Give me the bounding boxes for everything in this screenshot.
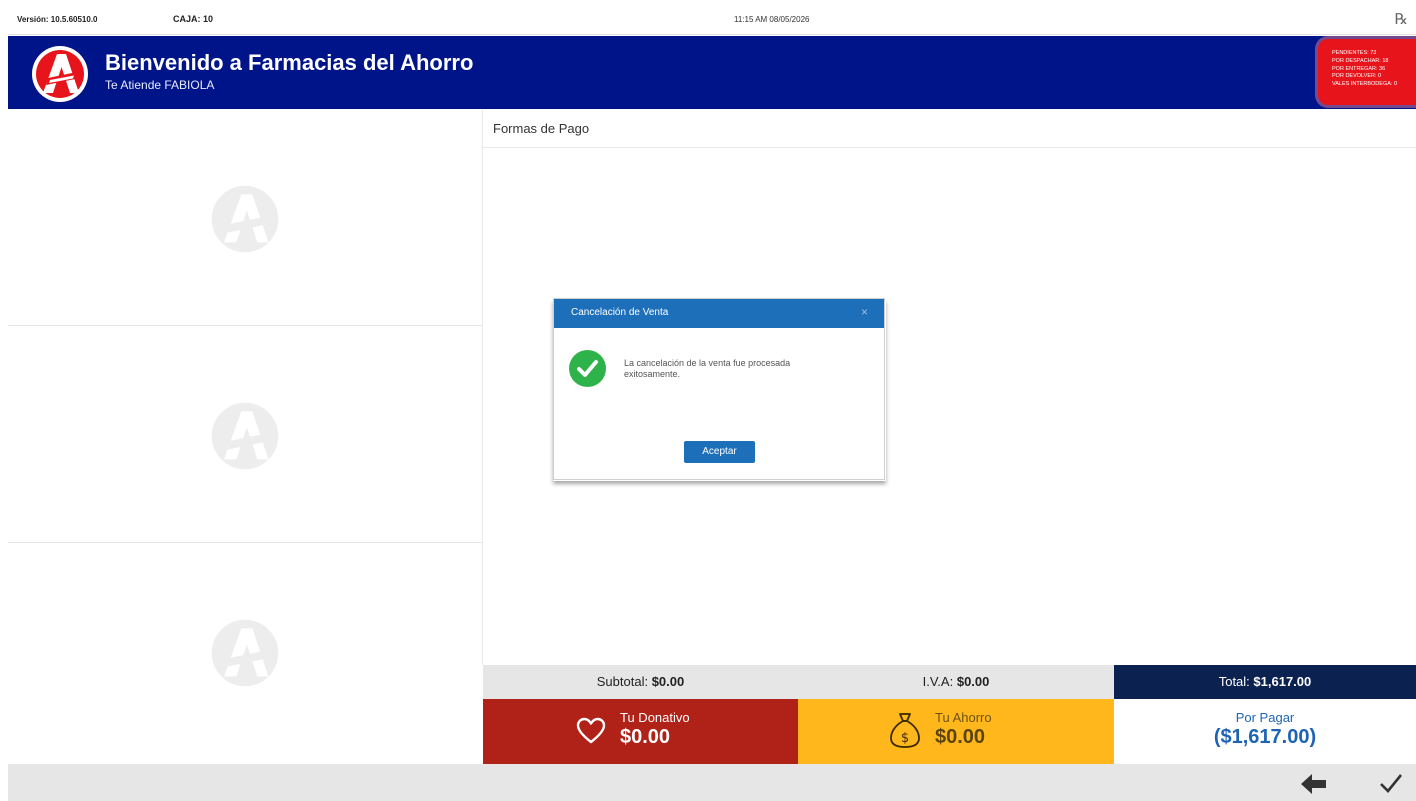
totals-row: Subtotal: $0.00 I.V.A: $0.00 Total: $1,6… (483, 665, 1416, 699)
top-bar: Versión: 10.5.60510.0 CAJA: 10 11:15 AM … (8, 6, 1416, 35)
left-panels (8, 110, 482, 764)
donativo-value: $0.00 (620, 726, 671, 748)
total-cell: Total: $1,617.00 (1114, 665, 1416, 699)
donativo-tile[interactable]: Tu Donativo $0.00 (483, 699, 798, 764)
dialog-title: Cancelación de Venta (571, 307, 669, 318)
subtotal-value: $0.00 (651, 674, 685, 689)
caja-label: CAJA: 10 (173, 14, 214, 24)
dialog-message: La cancelación de la venta fue procesada… (624, 358, 791, 379)
donativo-label: Tu Donativo (620, 710, 690, 725)
status-pendientes: PENDIENTES: 73 (1332, 50, 1377, 56)
svg-text:$: $ (901, 731, 909, 746)
status-por-despachar: POR DESPACHAR: 18 (1332, 57, 1389, 64)
placeholder-logo-icon (211, 402, 279, 470)
subtotal-cell: Subtotal: $0.00 (483, 665, 798, 699)
ahorro-tile: $ Tu Ahorro $0.00 (798, 699, 1114, 764)
ahorro-value: $0.00 (935, 726, 986, 748)
total-label: Total: (1218, 674, 1250, 689)
dialog-header: Cancelación de Venta × (554, 299, 884, 328)
iva-value: $0.00 (956, 674, 990, 689)
section-title: Formas de Pago (493, 121, 590, 136)
payment-row: Tu Donativo $0.00 $ Tu Ahorro $0.00 Por … (483, 699, 1416, 764)
iva-label: I.V.A: (922, 674, 954, 689)
por-pagar-label: Por Pagar (1235, 710, 1295, 725)
orders-status-badge[interactable]: PENDIENTES: 73 POR DESPACHAR: 18 POR ENT… (1318, 39, 1416, 105)
por-pagar-tile: Por Pagar ($1,617.00) (1114, 699, 1416, 764)
check-icon[interactable] (1379, 773, 1403, 793)
placeholder-logo-icon (211, 619, 279, 687)
datetime-label: 11:15 AM 08/05/2026 (734, 15, 810, 24)
total-value: $1,617.00 (1253, 674, 1312, 689)
logo-icon (32, 46, 88, 102)
app-header: Bienvenido a Farmacias del Ahorro Te Ati… (8, 36, 1416, 109)
por-pagar-value: ($1,617.00) (1213, 726, 1317, 748)
subtotal-label: Subtotal: (596, 674, 649, 689)
placeholder-logo-icon (211, 185, 279, 253)
status-por-entregar: POR ENTREGAR: 36 (1332, 65, 1386, 72)
promo-panel[interactable] (8, 327, 482, 543)
heart-icon (576, 717, 606, 744)
footer-bar (8, 764, 1416, 801)
success-icon (569, 350, 606, 387)
rx-icon[interactable]: ℞ (1395, 10, 1408, 28)
ahorro-label: Tu Ahorro (935, 710, 992, 725)
cancel-sale-dialog: Cancelación de Venta × La cancelación de… (553, 298, 885, 480)
back-arrow-icon[interactable] (1301, 773, 1327, 795)
promo-panel[interactable] (8, 544, 482, 764)
welcome-title: Bienvenido a Farmacias del Ahorro (105, 50, 474, 75)
status-por-devolver: POR DEVOLVER: 0 (1332, 73, 1382, 80)
close-icon[interactable]: × (861, 305, 868, 319)
attendant-label: Te Atiende FABIOLA (105, 78, 215, 92)
accept-button[interactable]: Aceptar (684, 441, 755, 463)
money-bag-icon: $ (890, 713, 920, 748)
status-vales-interbodega: VALES INTERBODEGA: 0 (1332, 81, 1398, 88)
iva-cell: I.V.A: $0.00 (798, 665, 1114, 699)
version-label: Versión: 10.5.60510.0 (17, 15, 98, 24)
section-divider (483, 147, 1416, 148)
promo-panel[interactable] (8, 110, 482, 326)
